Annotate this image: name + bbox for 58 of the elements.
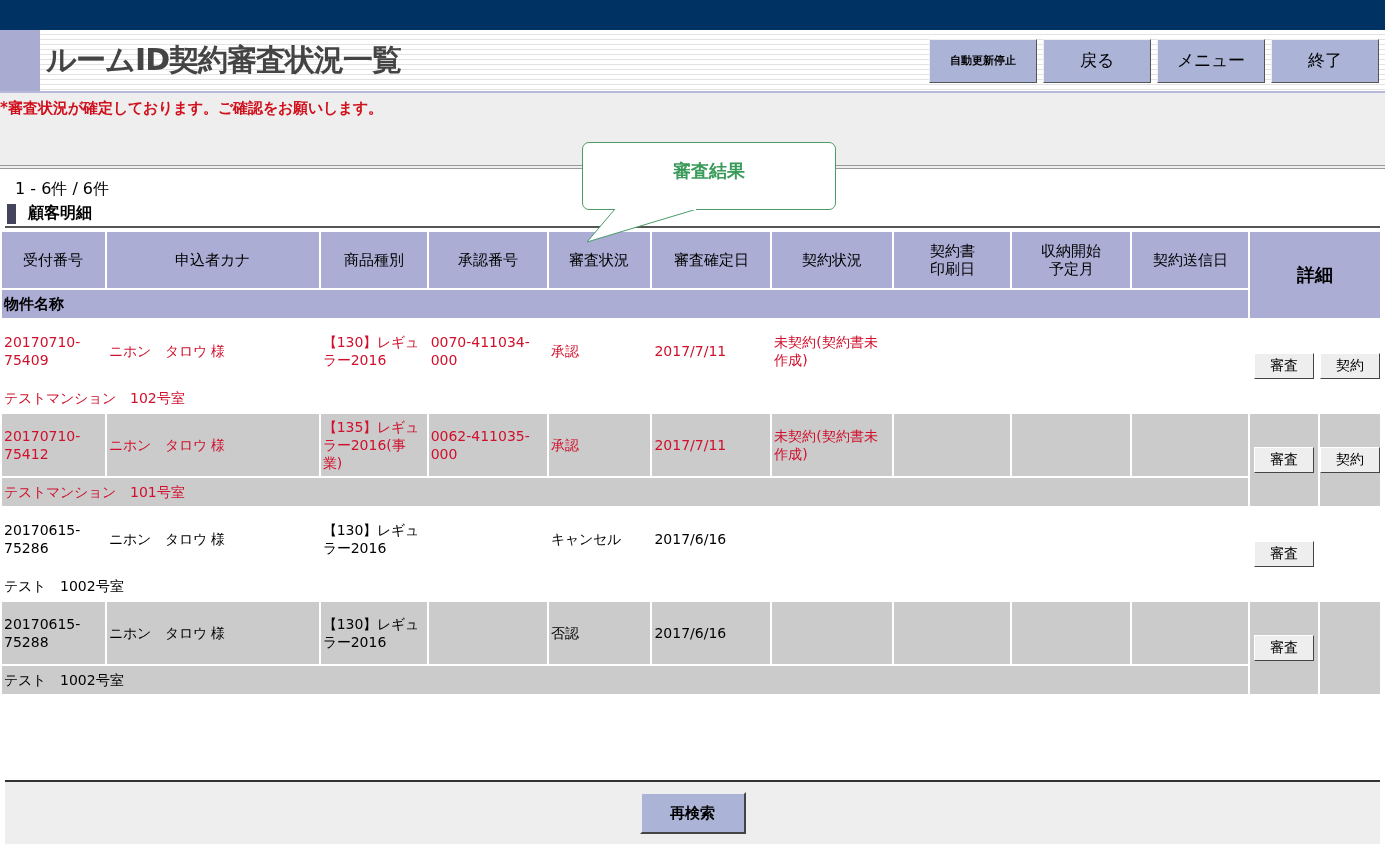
table-cell: 0062-411035-000 xyxy=(428,414,547,476)
table-cell-text: キャンセル xyxy=(549,529,622,549)
result-count: 1 - 6件 / 6件 xyxy=(15,179,110,200)
column-header: 承認番号 xyxy=(428,232,547,288)
table-cell-text: 未契約(契約書未作成) xyxy=(773,332,879,370)
column-header: 審査確定日 xyxy=(652,232,771,288)
table-cell: 2017/6/16 xyxy=(652,602,771,664)
table-cell: 【130】レギュラー2016 xyxy=(320,602,427,664)
header-button[interactable]: メニュー xyxy=(1157,38,1265,83)
row-button[interactable]: 審査 xyxy=(1253,447,1314,473)
column-header: 収納開始予定月 xyxy=(1012,232,1131,288)
column-header: 物件名称 xyxy=(2,290,1248,318)
table-cell-text: テストマンション 102号室 xyxy=(3,388,186,408)
research-button[interactable]: 再検索 xyxy=(639,792,746,834)
table-cell: ニホン タロウ 様 xyxy=(106,602,319,664)
row-button[interactable]: 審査 xyxy=(1253,353,1314,379)
column-header: 詳細 xyxy=(1249,232,1380,318)
table-cell: 未契約(契約書未作成) xyxy=(772,414,893,476)
table-cell-text: 0070-411034-000 xyxy=(429,332,531,370)
table-cell-text: ニホン タロウ 様 xyxy=(107,341,227,361)
table-cell: ニホン タロウ 様 xyxy=(106,414,319,476)
row-button[interactable]: 契約 xyxy=(1320,353,1380,379)
table-cell: 【135】レギュラー2016(事業) xyxy=(320,414,427,476)
table-cell: 承認 xyxy=(548,414,651,476)
column-header: 商品種別 xyxy=(320,232,427,288)
table-cell: 否認 xyxy=(548,602,651,664)
row-button[interactable]: 審査 xyxy=(1253,635,1314,661)
column-header: 契約送信日 xyxy=(1132,232,1248,288)
table-cell-text: 20170710-75409 xyxy=(3,332,82,370)
column-header: 受付番号 xyxy=(2,232,105,288)
table-cell-text: 承認 xyxy=(549,341,580,361)
callout-text: 審査結果 xyxy=(673,159,745,183)
column-header: 契約状況 xyxy=(772,232,893,288)
table-cell: 20170615-75288 xyxy=(2,602,105,664)
header-button[interactable]: 戻る xyxy=(1043,38,1151,83)
column-header: 申込者カナ xyxy=(106,232,319,288)
column-header: 審査状況 xyxy=(548,232,651,288)
table-cell: テストマンション 101号室 xyxy=(2,478,1248,506)
table-cell: 2017/7/11 xyxy=(652,414,771,476)
header-button[interactable]: 自動更新停止 xyxy=(929,38,1037,83)
title-accent xyxy=(0,30,40,91)
row-button[interactable]: 審査 xyxy=(1253,541,1314,567)
header-button[interactable]: 終了 xyxy=(1271,38,1379,83)
table-cell-text: テスト 1002号室 xyxy=(3,576,125,596)
table-cell-text: 2017/7/11 xyxy=(653,341,728,361)
table-cell-text: 【130】レギュラー2016 xyxy=(321,520,421,558)
table-cell-text: 【130】レギュラー2016 xyxy=(321,332,421,370)
page-title: ルームID契約審査状況一覧 xyxy=(46,41,403,79)
table-cell-text: 2017/6/16 xyxy=(653,529,728,549)
table-cell-text: 20170615-75286 xyxy=(3,520,82,558)
notice-text: *審査状況が確定しております。ご確認をお願いします。 xyxy=(0,98,384,118)
section-marker xyxy=(7,203,16,224)
table-cell: テスト 1002号室 xyxy=(2,666,1248,694)
section-title: 顧客明細 xyxy=(28,203,92,224)
table-cell: 20170710-75412 xyxy=(2,414,105,476)
row-button[interactable]: 契約 xyxy=(1320,447,1380,473)
column-header: 契約書印刷日 xyxy=(894,232,1011,288)
table-cell-text: ニホン タロウ 様 xyxy=(107,529,227,549)
